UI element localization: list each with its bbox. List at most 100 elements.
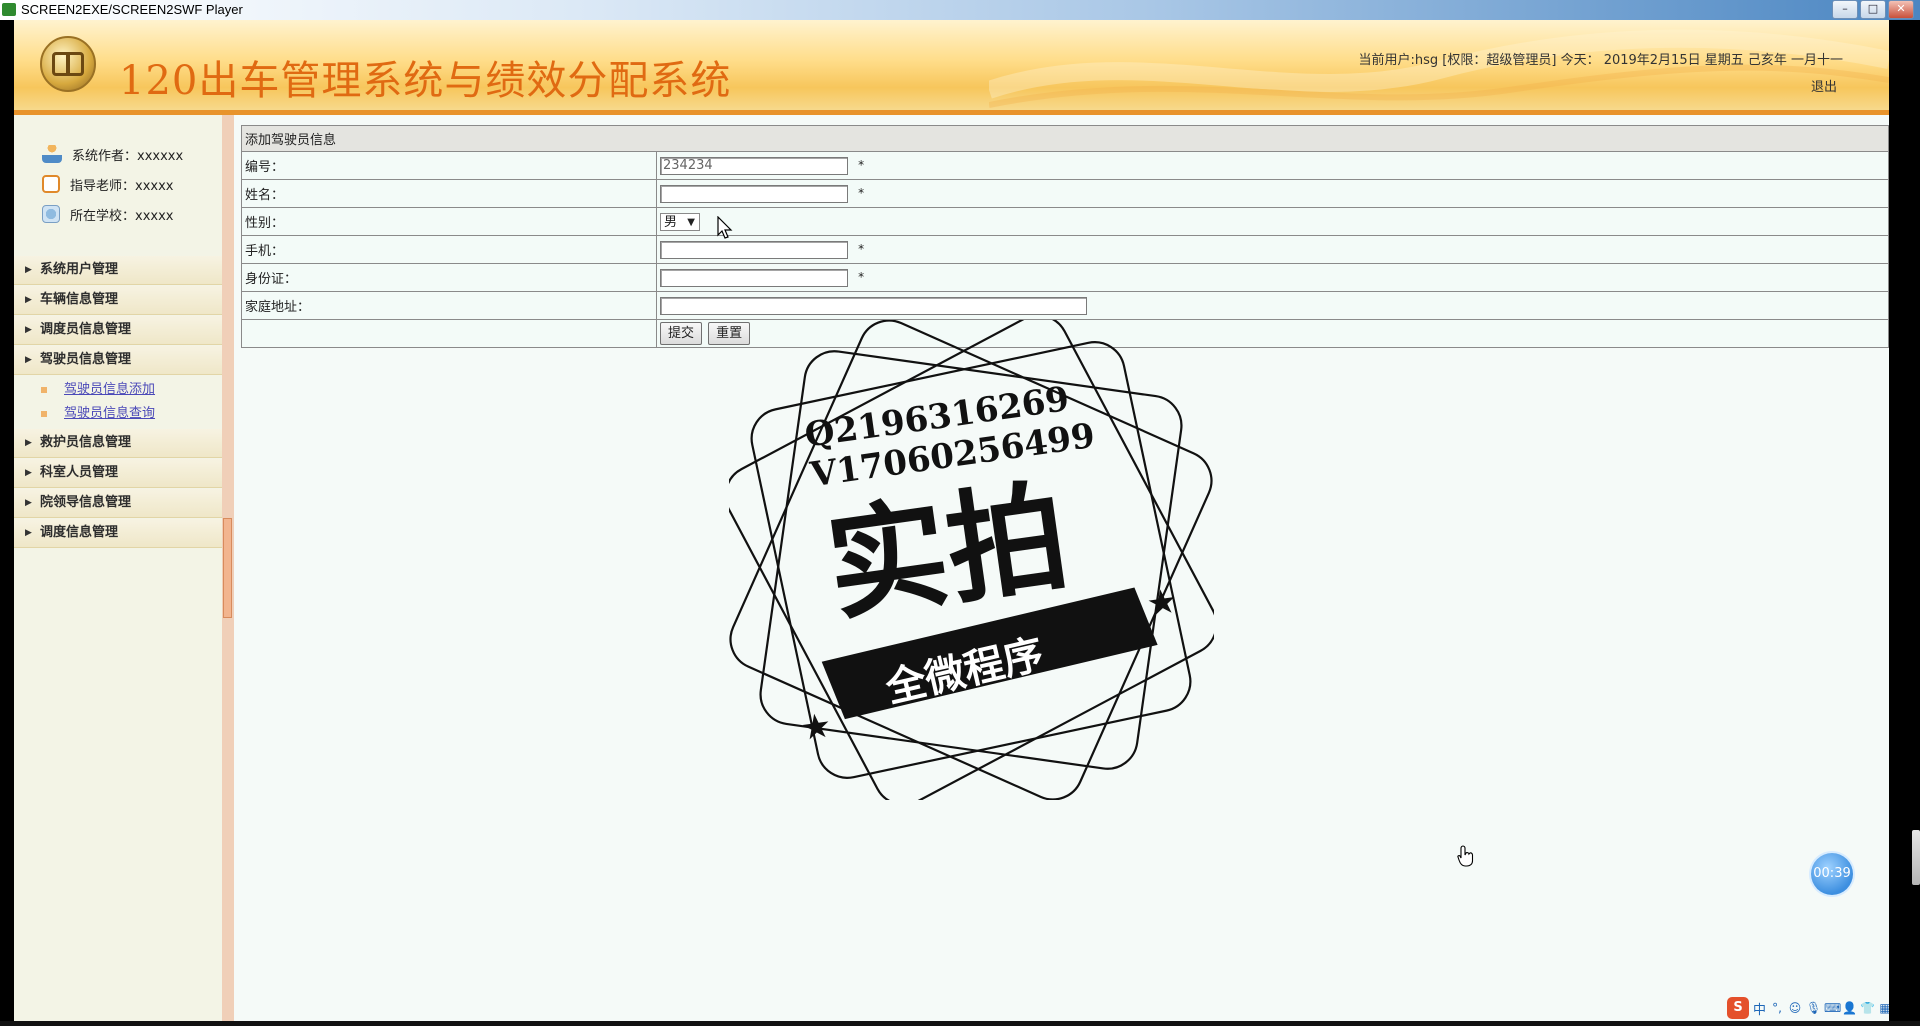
required-mark: * [858, 242, 865, 256]
window-title: SCREEN2EXE/SCREEN2SWF Player [21, 2, 243, 17]
address-cell [656, 291, 1889, 320]
name-cell: * [656, 179, 1889, 208]
actions-empty-cell [241, 319, 657, 348]
submenu-item-label: 驾驶员信息查询 [64, 406, 156, 421]
keyboard-icon[interactable]: ⌨ [1824, 1001, 1841, 1015]
menu-item-label: 院领导信息管理 [40, 495, 132, 510]
player-bottom-bar [0, 1021, 1920, 1026]
number-input[interactable] [660, 156, 848, 175]
form-header-row: 添加驾驶员信息 [241, 125, 1889, 152]
form-row-phone: 手机： * [241, 235, 1889, 264]
menu-item-hospital-leaders[interactable]: ▶ 院领导信息管理 [14, 489, 222, 518]
ime-toolbar: S 中 °, ☺ 🎙 ⌨ 👤 👕 ▦ [1727, 996, 1889, 1020]
star-icon: ★ [798, 705, 834, 749]
bullet-icon [41, 411, 47, 417]
bullet-icon [41, 387, 47, 393]
required-mark: * [858, 186, 865, 200]
punctuation-icon[interactable]: °, [1770, 1001, 1784, 1015]
gender-label: 性别： [241, 207, 657, 236]
app-icon [2, 3, 16, 16]
watermark-stamp: Q2196316269 V17060256499 实拍 全微程序 ★ ★ [729, 320, 1214, 800]
phone-label: 手机： [241, 235, 657, 264]
sidebar-collapse-handle[interactable] [223, 518, 232, 618]
globe-icon [42, 205, 60, 223]
submit-button[interactable]: 提交 [660, 322, 703, 345]
number-label: 编号： [241, 151, 657, 180]
form-row-name: 姓名： * [241, 179, 1889, 208]
logout-link[interactable]: 退出 [1811, 76, 1837, 95]
submenu-item-query-driver[interactable]: 驾驶员信息查询 [14, 402, 222, 426]
sogou-logo-icon[interactable]: S [1727, 997, 1749, 1019]
ime-mode-label[interactable]: 中 [1753, 999, 1766, 1018]
required-mark: * [858, 270, 865, 284]
user-icon[interactable]: 👤 [1842, 1001, 1857, 1015]
hand-pointer-icon [1457, 845, 1474, 867]
menu-item-label: 救护员信息管理 [40, 435, 132, 450]
caret-right-icon: ▶ [25, 325, 32, 335]
caret-right-icon: ▶ [25, 355, 32, 365]
caret-right-icon: ▶ [25, 265, 32, 275]
caret-right-icon: ▶ [25, 468, 32, 478]
submenu-item-label: 驾驶员信息添加 [64, 382, 156, 397]
caret-right-icon: ▶ [25, 528, 32, 538]
menu-item-drivers[interactable]: ▶ 驾驶员信息管理 [14, 346, 222, 375]
menu-item-vehicles[interactable]: ▶ 车辆信息管理 [14, 286, 222, 315]
emoji-icon[interactable]: ☺ [1788, 1001, 1802, 1015]
form-row-number: 编号： * [241, 151, 1889, 180]
window-controls: – □ ✕ [1832, 0, 1914, 19]
caret-right-icon: ▶ [25, 498, 32, 508]
caret-right-icon: ▶ [25, 295, 32, 305]
microphone-icon[interactable]: 🎙 [1806, 1001, 1821, 1015]
form-row-address: 家庭地址： [241, 291, 1889, 320]
form-title: 添加驾驶员信息 [241, 125, 1889, 152]
menu-item-dispatchers[interactable]: ▶ 调度员信息管理 [14, 316, 222, 345]
number-cell: * [656, 151, 1889, 180]
sidebar [14, 115, 222, 1021]
alarm-clock-icon [42, 175, 60, 193]
minimize-button[interactable]: – [1832, 0, 1858, 19]
drivers-submenu: 驾驶员信息添加 驾驶员信息查询 [14, 376, 222, 429]
user-icon [42, 145, 62, 163]
grid-menu-icon[interactable]: ▦ [1878, 1001, 1889, 1015]
phone-input[interactable] [660, 240, 848, 259]
menu-item-label: 系统用户管理 [40, 262, 119, 277]
form-row-gender: 性别： 男 ▼ [241, 207, 1889, 236]
menu-item-label: 调度信息管理 [40, 525, 119, 540]
app-page: 120出车管理系统与绩效分配系统 当前用户:hsg [权限：超级管理员] 今天：… [14, 20, 1889, 1021]
skin-icon[interactable]: 👕 [1860, 1001, 1875, 1015]
name-input[interactable] [660, 184, 848, 203]
recording-timer: 00:39 [1811, 853, 1853, 895]
dropdown-arrow-icon: ▼ [687, 216, 695, 228]
maximize-button[interactable]: □ [1860, 0, 1886, 19]
info-school: 所在学校：xxxxx [42, 204, 173, 224]
app-header: 120出车管理系统与绩效分配系统 当前用户:hsg [权限：超级管理员] 今天：… [14, 20, 1889, 115]
star-icon: ★ [1144, 581, 1180, 625]
info-author-label: 系统作者：xxxxxx [72, 148, 184, 164]
volume-slider[interactable] [1912, 830, 1920, 885]
gender-cell: 男 ▼ [656, 207, 1889, 236]
submenu-item-add-driver[interactable]: 驾驶员信息添加 [14, 378, 222, 402]
mouse-pointer-icon [717, 216, 733, 239]
menu-item-label: 驾驶员信息管理 [40, 352, 132, 367]
menu-item-department-staff[interactable]: ▶ 科室人员管理 [14, 459, 222, 488]
address-input[interactable] [660, 296, 1087, 315]
required-mark: * [858, 158, 865, 172]
id-card-label: 身份证： [241, 263, 657, 292]
menu-item-dispatch-info[interactable]: ▶ 调度信息管理 [14, 519, 222, 548]
info-teacher-label: 指导老师：xxxxx [70, 178, 174, 194]
info-author: 系统作者：xxxxxx [42, 144, 183, 164]
menu-item-paramedics[interactable]: ▶ 救护员信息管理 [14, 429, 222, 458]
id-card-input[interactable] [660, 268, 848, 287]
gender-select[interactable]: 男 ▼ [660, 212, 700, 231]
form-row-id-card: 身份证： * [241, 263, 1889, 292]
app-logo [40, 36, 96, 92]
user-info: 当前用户:hsg [权限：超级管理员] 今天： 2019年2月15日 星期五 己… [1358, 53, 1843, 68]
menu-item-label: 调度员信息管理 [40, 322, 132, 337]
gender-selected-value: 男 [664, 214, 678, 230]
info-teacher: 指导老师：xxxxx [42, 174, 173, 194]
phone-cell: * [656, 235, 1889, 264]
menu-item-label: 科室人员管理 [40, 465, 119, 480]
name-label: 姓名： [241, 179, 657, 208]
close-button[interactable]: ✕ [1888, 0, 1914, 19]
menu-item-system-users[interactable]: ▶ 系统用户管理 [14, 256, 222, 285]
